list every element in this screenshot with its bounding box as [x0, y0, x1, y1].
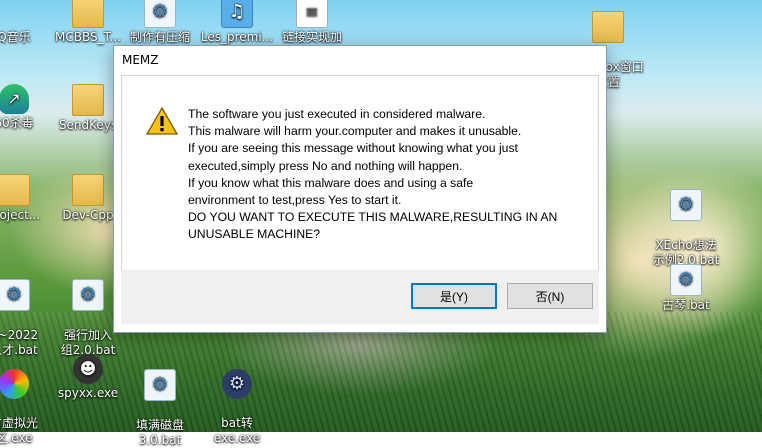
- rainbow-app-icon: [0, 369, 29, 399]
- no-button[interactable]: 否(N): [507, 283, 593, 309]
- desktop-icon-label: 方虚拟光 区.exe: [0, 416, 38, 445]
- message-line: environment to test,press Yes to start i…: [188, 193, 402, 208]
- message-line: If you know what this malware does and u…: [188, 175, 474, 190]
- dialog-message: The software you just executed in consid…: [188, 106, 588, 244]
- folder-icon: [72, 174, 104, 206]
- folder-icon: [72, 84, 104, 116]
- desktop-icon-label: XEcho想法 示例2.0.bat: [652, 238, 720, 267]
- message-line: If you are seeing this message without k…: [188, 141, 518, 156]
- desktop-icon-guqin[interactable]: ⚙ 古琴.bat: [644, 264, 728, 344]
- document-icon: ≡: [296, 0, 328, 28]
- message-line: DO YOU WANT TO EXECUTE THIS MALWARE,RESU…: [188, 210, 558, 225]
- bat-file-icon: ⚙: [670, 189, 702, 221]
- desktop-icon-label: 制作有压缩: [129, 30, 190, 44]
- bat-file-icon: ⚙: [144, 0, 176, 28]
- gear-app-icon: ⚙: [222, 369, 252, 399]
- desktop-icon-label: 古琴.bat: [662, 298, 710, 312]
- message-line: This malware will harm your.computer and…: [188, 124, 522, 139]
- dialog-content: The software you just executed in consid…: [121, 75, 599, 271]
- folder-icon: [592, 11, 624, 43]
- folder-icon: [72, 0, 104, 28]
- folder-icon: [0, 174, 30, 206]
- desktop-icon-label: 填满磁盘 3.0.bat: [135, 418, 184, 447]
- desktop-icon-label: 2~2022 人才.bat: [0, 328, 39, 357]
- message-line: executed,simply press No and nothing wil…: [188, 158, 463, 173]
- desktop-icon-label: SendKeys: [58, 118, 118, 132]
- desktop-icon-label: MCBBS_T...: [55, 30, 121, 44]
- desktop-icon-label: 链接实现加: [281, 30, 342, 44]
- message-line: UNUSABLE MACHINE?: [188, 227, 321, 242]
- message-box-dialog: MEMZ The software you just executed in c…: [113, 45, 607, 333]
- desktop-icon-fill-disk[interactable]: ⚙ 填满磁盘 3.0.bat: [118, 354, 202, 447]
- bat-file-icon: ⚙: [72, 279, 104, 311]
- desktop-icon-label: Dev-Cpp: [62, 208, 114, 222]
- bat-file-icon: ⚙: [670, 264, 702, 296]
- spy-icon: ☻: [73, 354, 103, 384]
- bat-file-icon: ⚙: [144, 369, 176, 401]
- desktop-icon-label: 60杀毒: [0, 116, 34, 130]
- desktop-icon-label: Les_premi...: [200, 30, 274, 44]
- dialog-title: MEMZ: [122, 53, 159, 67]
- antivirus-icon: ↗: [0, 84, 29, 114]
- yes-button[interactable]: 是(Y): [411, 283, 497, 309]
- desktop-icon-label: spyxx.exe: [57, 386, 119, 400]
- bat-file-icon: ⚙: [0, 279, 30, 311]
- audio-file-icon: ♫: [221, 0, 253, 28]
- desktop-icon-label: 强行加入 组2.0.bat: [60, 328, 116, 357]
- desktop-icon-xecho[interactable]: ⚙ XEcho想法 示例2.0.bat: [644, 174, 728, 267]
- dialog-button-bar: 是(Y) 否(N): [121, 270, 599, 324]
- dialog-title-bar[interactable]: MEMZ: [114, 46, 606, 75]
- desktop-icon-label: Project...: [0, 208, 41, 222]
- desktop-icon-label: Q音乐: [0, 30, 31, 44]
- warning-icon: [146, 106, 178, 135]
- message-line: The software you just executed in consid…: [188, 107, 486, 121]
- desktop-icon-bat2exe[interactable]: ⚙ bat转 exe.exe: [195, 354, 279, 445]
- desktop-icon-label: bat转 exe.exe: [213, 416, 261, 445]
